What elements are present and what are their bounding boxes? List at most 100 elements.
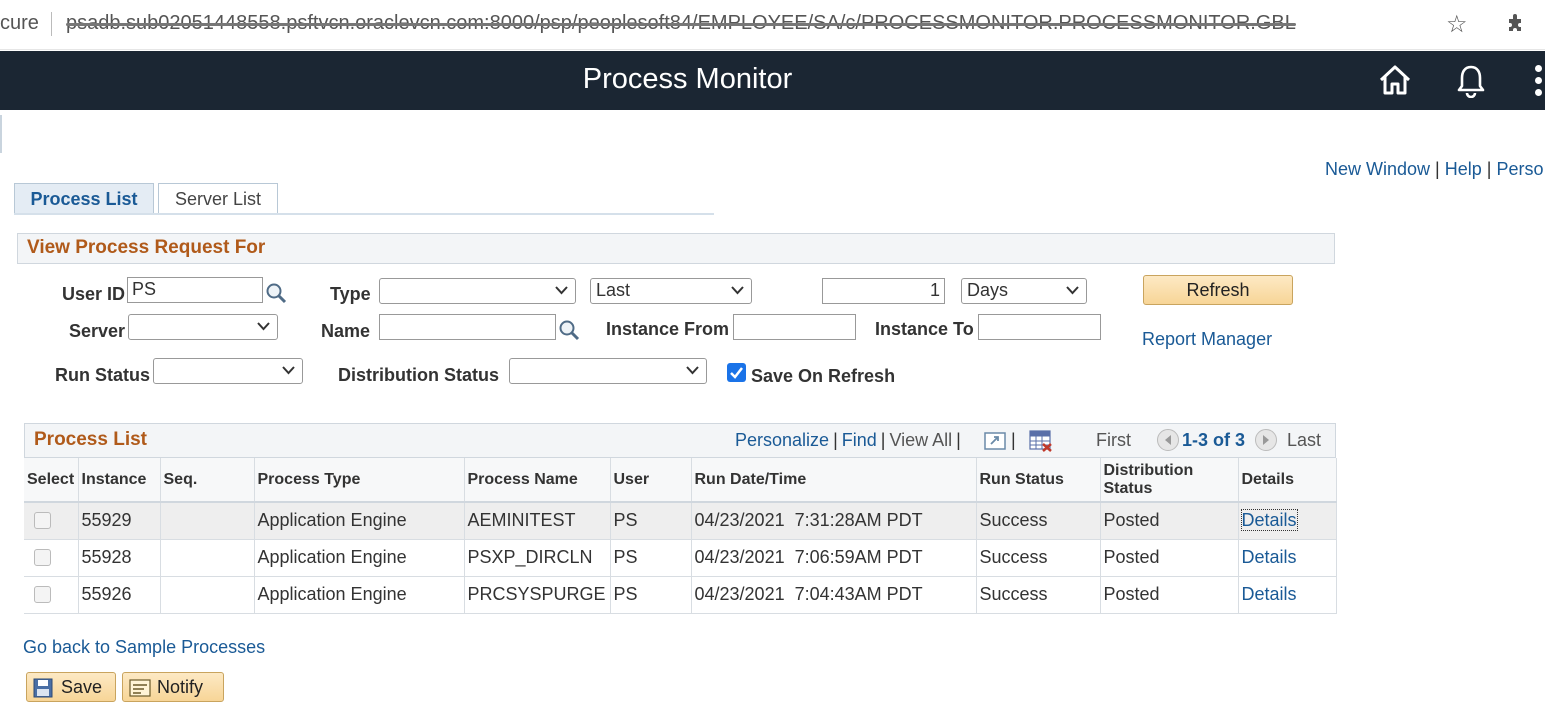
user-id-lookup-magnifier-icon[interactable]: [265, 282, 287, 304]
notify-icon: [129, 679, 151, 697]
column-header-seq[interactable]: Seq.: [160, 458, 255, 503]
url-scribble-redaction: [66, 23, 1296, 26]
tab-process-list[interactable]: Process List: [14, 183, 154, 214]
instance-to-input[interactable]: [978, 314, 1101, 340]
personalize-page-link[interactable]: Perso: [1496, 159, 1543, 179]
bookmark-star-icon[interactable]: ☆: [1446, 10, 1468, 39]
refresh-button[interactable]: Refresh: [1143, 275, 1293, 305]
save-button-label: Save: [61, 677, 103, 697]
select-cell: [24, 502, 79, 540]
user-cell: PS: [610, 539, 692, 577]
row-select-checkbox[interactable]: [34, 549, 51, 566]
save-on-refresh-checkbox[interactable]: [727, 363, 746, 382]
distribution-status-cell: Posted: [1100, 576, 1239, 614]
user-id-input[interactable]: PS: [127, 277, 263, 303]
process-name-cell: PRCSYSPURGE: [464, 576, 611, 614]
chevron-down-icon: [686, 366, 699, 375]
app-header: Process Monitor: [0, 51, 1545, 110]
days-count-input[interactable]: 1: [822, 278, 945, 304]
report-manager-link[interactable]: Report Manager: [1142, 329, 1272, 350]
run-status-select[interactable]: [153, 358, 303, 384]
process-name-cell: PSXP_DIRCLN: [464, 539, 611, 577]
url-field[interactable]: psadb.sub02051448558.psftvcn.oraclevcn.c…: [66, 12, 1296, 38]
first-link[interactable]: First: [1096, 430, 1131, 451]
notify-button[interactable]: Notify: [122, 672, 224, 702]
process-list-grid-title: Process List: [34, 429, 147, 450]
puzzle-icon[interactable]: [1506, 12, 1528, 34]
row-select-checkbox[interactable]: [34, 512, 51, 530]
left-edge-divider: [0, 115, 2, 153]
chevron-down-icon: [282, 366, 295, 375]
save-on-refresh-label: Save On Refresh: [751, 366, 896, 386]
row-select-checkbox[interactable]: [34, 586, 51, 603]
instance-from-input[interactable]: [733, 314, 856, 340]
instance-cell: 55928: [78, 539, 161, 577]
column-header-user[interactable]: User: [610, 458, 692, 503]
bell-icon[interactable]: [1456, 64, 1486, 98]
last-link[interactable]: Last: [1287, 430, 1321, 451]
zoom-grid-icon[interactable]: [983, 430, 1007, 452]
type-select[interactable]: [379, 278, 576, 304]
back-to-sample-processes-link[interactable]: Go back to Sample Processes: [23, 637, 265, 658]
notify-button-label: Notify: [157, 677, 204, 697]
run-status-cell: Success: [976, 539, 1101, 577]
server-select[interactable]: [128, 314, 278, 340]
help-link[interactable]: Help: [1445, 159, 1482, 179]
next-arrow-icon[interactable]: [1255, 429, 1277, 451]
last-select[interactable]: Last: [590, 278, 752, 304]
name-input[interactable]: [379, 314, 556, 340]
details-link[interactable]: Details: [1240, 509, 1298, 532]
distribution-status-select[interactable]: [509, 358, 707, 384]
tab-server-list[interactable]: Server List: [158, 183, 278, 214]
download-excel-icon[interactable]: [1028, 429, 1054, 453]
new-window-link[interactable]: New Window: [1325, 159, 1430, 179]
process-type-cell: Application Engine: [254, 576, 465, 614]
distribution-status-label: Distribution Status: [338, 365, 499, 385]
column-header-distribution-status[interactable]: Distribution Status: [1100, 458, 1239, 503]
name-lookup-magnifier-icon[interactable]: [558, 319, 580, 341]
server-label: Server: [69, 321, 126, 341]
save-button[interactable]: Save: [26, 672, 116, 702]
process-type-cell: Application Engine: [254, 502, 465, 540]
distribution-status-cell: Posted: [1100, 539, 1239, 577]
process-type-cell: Application Engine: [254, 539, 465, 577]
home-icon[interactable]: [1378, 64, 1412, 96]
user-cell: PS: [610, 576, 692, 614]
table-header-row: Select Instance Seq. Process Type Proces…: [24, 458, 1337, 503]
column-header-run-datetime[interactable]: Run Date/Time: [691, 458, 977, 503]
process-list-grid-header: Process List Personalize | Find | View All | …: [24, 423, 1336, 458]
select-cell: [24, 576, 79, 614]
table-row[interactable]: 55926 Application Engine PRCSYSPURGE PS …: [24, 576, 1337, 614]
column-header-run-status[interactable]: Run Status: [976, 458, 1101, 503]
find-link[interactable]: Find: [842, 430, 877, 450]
criteria-section-header: View Process Request For: [17, 233, 1335, 264]
user-id-label: User ID: [62, 284, 126, 304]
column-header-process-type[interactable]: Process Type: [254, 458, 465, 503]
user-cell: PS: [610, 502, 692, 540]
chevron-down-icon: [731, 286, 744, 295]
prev-arrow-icon[interactable]: [1157, 429, 1179, 451]
select-cell: [24, 539, 79, 577]
more-vertical-icon[interactable]: [1535, 65, 1543, 99]
seq-cell: [160, 502, 255, 540]
personalize-link[interactable]: Personalize: [735, 430, 829, 450]
view-all-link[interactable]: View All: [889, 430, 952, 450]
checkmark-icon: [730, 367, 743, 379]
days-unit-select[interactable]: Days: [961, 278, 1087, 304]
table-row[interactable]: 55929 Application Engine AEMINITEST PS 0…: [24, 502, 1337, 540]
page-title: Process Monitor: [582, 63, 793, 95]
distribution-status-cell: Posted: [1100, 502, 1239, 540]
column-header-instance[interactable]: Instance: [78, 458, 161, 503]
last-select-value: Last: [596, 280, 631, 300]
run-status-label: Run Status: [55, 365, 151, 385]
grid-toolbar: Personalize | Find | View All |: [735, 430, 961, 450]
run-datetime-cell: 04/23/2021 7:31:28AM PDT: [691, 502, 977, 540]
details-link[interactable]: Details: [1242, 547, 1297, 567]
criteria-section-title: View Process Request For: [27, 237, 266, 258]
details-link[interactable]: Details: [1242, 584, 1297, 604]
seq-cell: [160, 539, 255, 577]
details-cell: Details: [1238, 576, 1337, 614]
column-header-process-name[interactable]: Process Name: [464, 458, 611, 503]
instance-cell: 55926: [78, 576, 161, 614]
table-row[interactable]: 55928 Application Engine PSXP_DIRCLN PS …: [24, 539, 1337, 577]
